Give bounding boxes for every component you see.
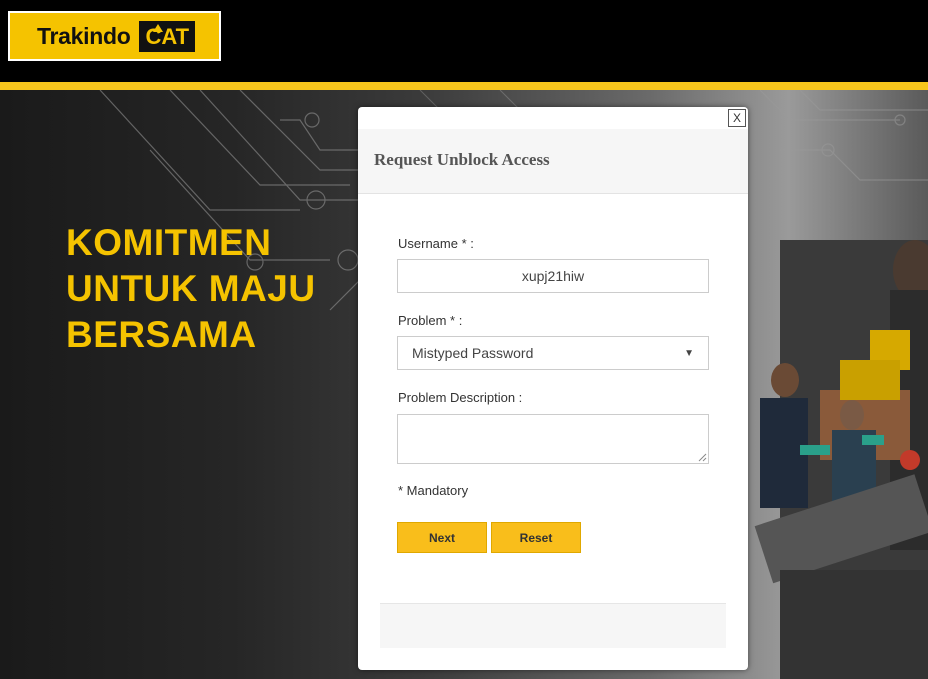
problem-label: Problem * : [398,313,463,328]
logo-cat-mark: CAT [139,20,196,52]
username-label: Username * : [398,236,474,251]
hero-headline-line-1: KOMITMEN [66,222,272,263]
dropdown-caret-icon: ▼ [684,348,694,359]
close-button[interactable]: X [728,109,746,127]
hero-headline-line-2: UNTUK MAJU [66,268,316,309]
mandatory-note: * Mandatory [398,483,469,498]
logo-brand-name: Trakindo [37,22,131,49]
top-header: Trakindo CAT [0,0,928,82]
page: Trakindo CAT KOMITMEN UNTUK MAJU BERSAMA… [0,0,928,679]
resize-grip-icon[interactable] [698,453,707,462]
dialog-header: Request Unblock Access [358,129,748,194]
problem-select[interactable]: Mistyped Password ▼ [397,336,709,370]
hero-headline: KOMITMEN UNTUK MAJU BERSAMA [66,220,316,358]
username-input[interactable] [397,259,709,293]
problem-selected-value: Mistyped Password [412,345,534,361]
dialog-title: Request Unblock Access [374,150,550,169]
header-accent-bar [0,82,928,90]
workers-photo [754,240,928,679]
reset-button[interactable]: Reset [491,522,581,553]
problem-description-label: Problem Description : [398,390,523,405]
trakindo-cat-logo[interactable]: Trakindo CAT [8,11,221,61]
next-button[interactable]: Next [397,522,487,553]
dialog-footer [380,603,726,648]
unblock-access-dialog: X Request Unblock Access Username * : Pr… [358,107,748,670]
problem-description-textarea[interactable] [397,414,709,464]
hero-headline-line-3: BERSAMA [66,314,257,355]
